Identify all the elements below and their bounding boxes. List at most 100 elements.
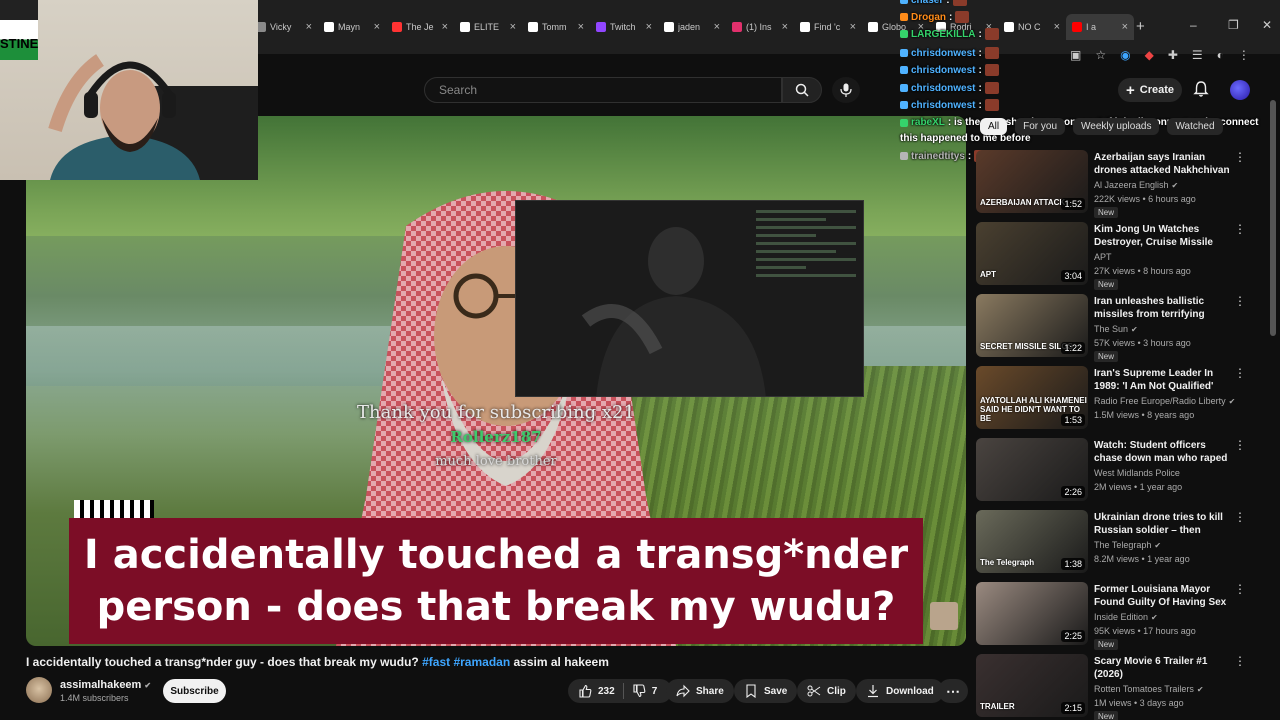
more-vertical-icon[interactable]: ⋮	[1234, 510, 1246, 524]
download-label: Download	[886, 685, 934, 697]
recommended-video-title[interactable]: Iran's Supreme Leader In 1989: 'I Am Not…	[1094, 367, 1234, 393]
more-vertical-icon[interactable]: ⋮	[1234, 582, 1246, 596]
channel-watermark[interactable]	[930, 602, 958, 630]
browser-tab[interactable]: The Je ×	[386, 14, 454, 40]
recommended-video[interactable]: AZERBAIJAN ATTACK 1:52 Azerbaijan says Ira…	[976, 150, 1266, 218]
filter-chip[interactable]: Watched	[1167, 118, 1223, 135]
video-thumbnail[interactable]: 2:25	[976, 582, 1088, 645]
tab-close-icon[interactable]: ×	[850, 21, 856, 33]
channel-name-text[interactable]: assimalhakeem	[60, 679, 141, 691]
recommended-video-title[interactable]: Azerbaijan says Iranian drones attacked …	[1094, 151, 1234, 177]
recommended-video[interactable]: AYATOLLAH ALI KHAMENEI SAID HE DIDN'T WA…	[976, 366, 1266, 430]
video-title-text: I accidentally touched a transg*nder guy…	[26, 655, 419, 669]
tab-favicon-icon	[324, 22, 334, 32]
more-actions-button[interactable]: ⋯	[938, 679, 968, 703]
more-vertical-icon[interactable]: ⋮	[1234, 366, 1246, 380]
recommended-channel-name[interactable]: The Sun	[1094, 324, 1128, 334]
more-vertical-icon[interactable]: ⋮	[1234, 438, 1246, 452]
filter-chip[interactable]: For you	[1015, 118, 1066, 135]
browser-tab[interactable]: Mayn ×	[318, 14, 386, 40]
chat-username: Drogan	[911, 11, 946, 23]
recommended-video-title[interactable]: Watch: Student officers chase down man w…	[1094, 439, 1234, 465]
browser-tab[interactable]: ELITE ×	[454, 14, 522, 40]
recommended-channel-name[interactable]: APT	[1094, 252, 1112, 262]
search-input[interactable]: Search	[424, 77, 782, 103]
video-player[interactable]: Thank you for subscribing x21 Rollerz187…	[26, 116, 966, 646]
tab-close-icon[interactable]: ×	[782, 21, 788, 33]
video-thumbnail[interactable]: TRAILER 2:15	[976, 654, 1088, 717]
browser-tab[interactable]: Twitch ×	[590, 14, 658, 40]
recommended-channel[interactable]: West Midlands Police	[1094, 468, 1180, 478]
more-vertical-icon[interactable]: ⋮	[1234, 222, 1246, 236]
clip-button[interactable]: Clip	[797, 679, 856, 703]
recommended-video[interactable]: The Telegraph 1:38 Ukrainian drone tries t…	[976, 510, 1266, 574]
tab-close-icon[interactable]: ×	[442, 21, 448, 33]
channel-avatar[interactable]	[26, 677, 52, 703]
tab-label: jaden	[678, 22, 701, 32]
video-thumbnail[interactable]: AYATOLLAH ALI KHAMENEI SAID HE DIDN'T WA…	[976, 366, 1088, 429]
browser-tab[interactable]: Find 'c ×	[794, 14, 862, 40]
tab-close-icon[interactable]: ×	[578, 21, 584, 33]
chat-text: :	[978, 99, 982, 111]
recommended-channel-name[interactable]: Radio Free Europe/Radio Liberty	[1094, 396, 1226, 406]
more-vertical-icon[interactable]: ⋮	[1234, 294, 1246, 308]
tab-close-icon[interactable]: ×	[374, 21, 380, 33]
close-window-button[interactable]: ✕	[1262, 18, 1272, 32]
tab-close-icon[interactable]: ×	[510, 21, 516, 33]
filter-chip[interactable]: All	[980, 118, 1008, 135]
search-button[interactable]	[782, 77, 822, 103]
video-thumbnail[interactable]: AZERBAIJAN ATTACK 1:52	[976, 150, 1088, 213]
voice-search-button[interactable]	[832, 77, 860, 103]
recommended-channel-name[interactable]: Inside Edition	[1094, 612, 1148, 622]
recommended-video-title[interactable]: Kim Jong Un Watches Destroyer, Cruise Mi…	[1094, 223, 1234, 249]
subscribe-button[interactable]: Subscribe	[163, 679, 226, 703]
recommended-channel[interactable]: Radio Free Europe/Radio Liberty ✔	[1094, 396, 1235, 406]
share-icon	[676, 684, 690, 698]
recommended-video-title[interactable]: Scary Movie 6 Trailer #1 (2026)	[1094, 655, 1234, 681]
download-button[interactable]: Download	[856, 679, 944, 703]
recommended-channel[interactable]: APT	[1094, 252, 1112, 262]
recommended-channel-name[interactable]: The Telegraph	[1094, 540, 1151, 550]
recommended-video-title[interactable]: Former Louisiana Mayor Found Guilty Of H…	[1094, 583, 1234, 609]
more-vertical-icon[interactable]: ⋮	[1234, 654, 1246, 668]
share-button[interactable]: Share	[666, 679, 734, 703]
tab-close-icon[interactable]: ×	[714, 21, 720, 33]
dislike-button[interactable]: 7	[632, 684, 657, 698]
tab-favicon-icon	[664, 22, 674, 32]
video-thumbnail[interactable]: SECRET MISSILE SILOS 1:22	[976, 294, 1088, 357]
tab-close-icon[interactable]: ×	[646, 21, 652, 33]
browser-tab[interactable]: Vicky ×	[250, 14, 318, 40]
recommended-video[interactable]: APT 3:04 Kim Jong Un Watches Destroyer, Cr…	[976, 222, 1266, 290]
browser-tab[interactable]: jaden ×	[658, 14, 726, 40]
recommended-video[interactable]: TRAILER 2:15 Scary Movie 6 Trailer #1 (202…	[976, 654, 1266, 720]
recommended-meta: 222K views • 6 hours ago	[1094, 194, 1196, 204]
recommended-channel-name[interactable]: West Midlands Police	[1094, 468, 1180, 478]
hashtag-ramadan[interactable]: #ramadan	[453, 655, 510, 669]
video-thumbnail[interactable]: APT 3:04	[976, 222, 1088, 285]
save-button[interactable]: Save	[734, 679, 798, 703]
sidebar-scrollbar[interactable]	[1270, 100, 1276, 336]
channel-name[interactable]: assimalhakeem ✔	[60, 679, 151, 691]
recommended-video-title[interactable]: Iran unleashes ballistic missiles from t…	[1094, 295, 1234, 321]
recommended-channel[interactable]: Rotten Tomatoes Trailers ✔	[1094, 684, 1204, 694]
recommended-video[interactable]: 2:26 Watch: Student officers chase down m…	[976, 438, 1266, 502]
recommended-channel[interactable]: The Telegraph ✔	[1094, 540, 1161, 550]
recommended-video[interactable]: SECRET MISSILE SILOS 1:22 Iran unleashes b…	[976, 294, 1266, 362]
recommended-channel[interactable]: The Sun ✔	[1094, 324, 1138, 334]
recommended-channel-name[interactable]: Rotten Tomatoes Trailers	[1094, 684, 1194, 694]
recommended-video-title[interactable]: Ukrainian drone tries to kill Russian so…	[1094, 511, 1234, 537]
filter-chip[interactable]: Weekly uploads	[1073, 118, 1160, 135]
video-duration: 1:38	[1061, 558, 1085, 570]
recommended-channel[interactable]: Inside Edition ✔	[1094, 612, 1158, 622]
recommended-video[interactable]: 2:25 Former Louisiana Mayor Found Guilty …	[976, 582, 1266, 650]
video-thumbnail[interactable]: 2:26	[976, 438, 1088, 501]
recommended-channel-name[interactable]: Al Jazeera English	[1094, 180, 1169, 190]
tab-close-icon[interactable]: ×	[306, 21, 312, 33]
video-thumbnail[interactable]: The Telegraph 1:38	[976, 510, 1088, 573]
recommended-channel[interactable]: Al Jazeera English ✔	[1094, 180, 1178, 190]
browser-tab[interactable]: (1) Ins ×	[726, 14, 794, 40]
more-vertical-icon[interactable]: ⋮	[1234, 150, 1246, 164]
like-button[interactable]: 232	[578, 684, 615, 698]
browser-tab[interactable]: Tomm ×	[522, 14, 590, 40]
hashtag-fast[interactable]: #fast	[422, 655, 450, 669]
